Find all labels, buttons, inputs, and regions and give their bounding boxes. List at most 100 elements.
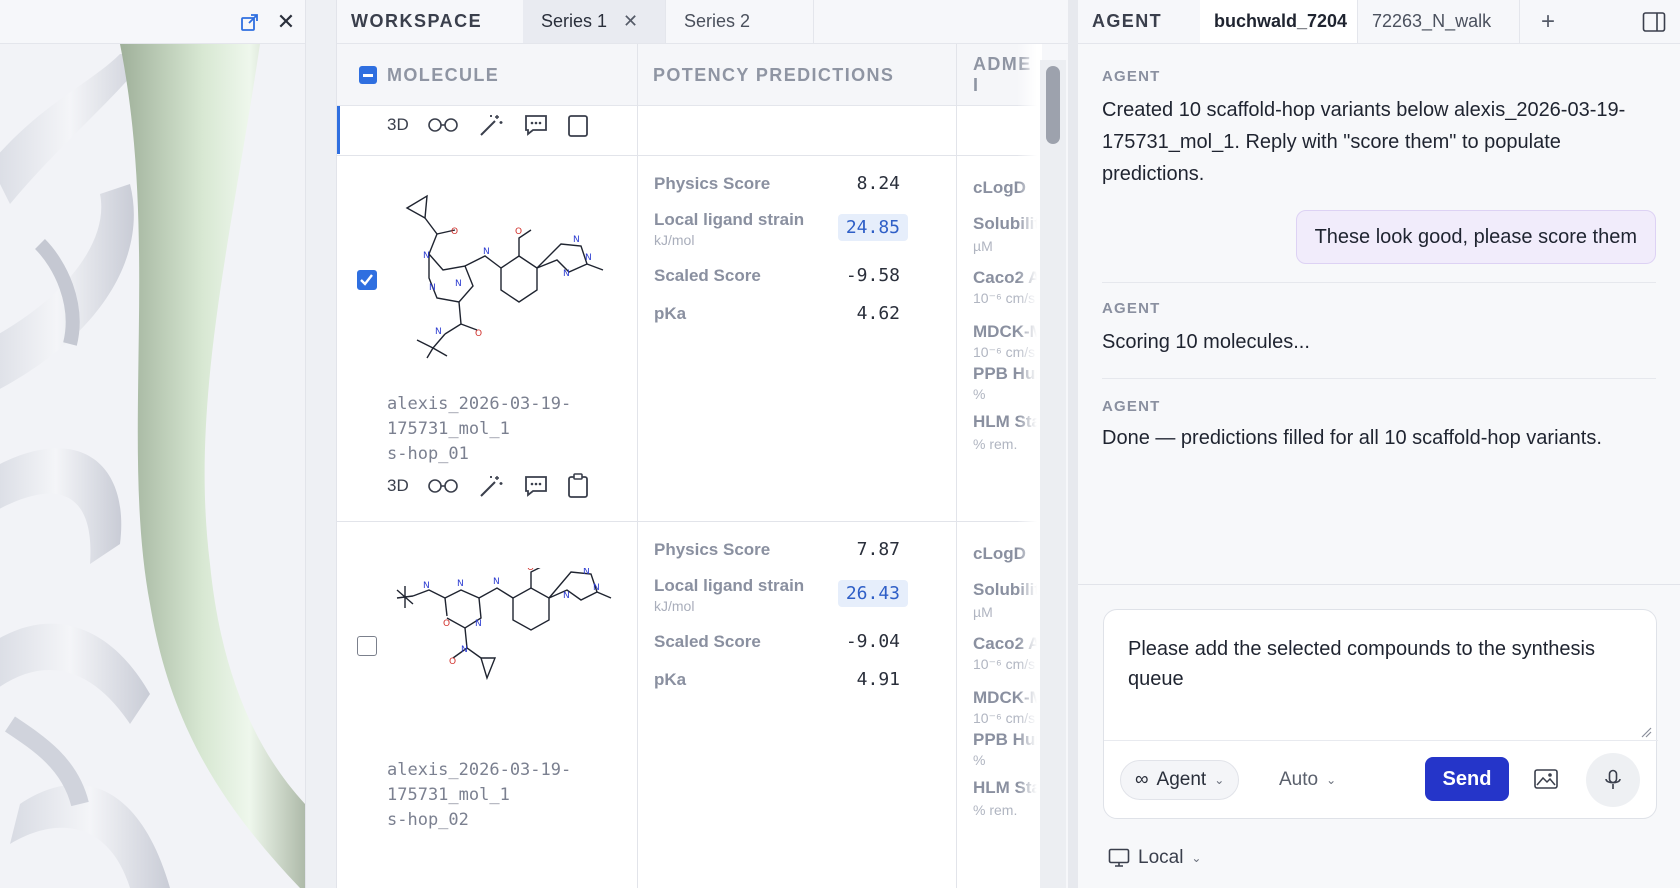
- message-role: AGENT: [1102, 300, 1161, 317]
- model-dropdown[interactable]: Auto ⌄: [1269, 760, 1346, 800]
- column-header-adme[interactable]: ADME I: [973, 44, 1042, 106]
- scaled-score-value: -9.04: [845, 631, 900, 652]
- sidebar-toggle-icon[interactable]: [1642, 11, 1666, 33]
- molecule-id[interactable]: alexis_2026-03-19- 175731_mol_1 s-hop_02: [387, 758, 571, 833]
- structure-viewer[interactable]: ✕: [0, 0, 320, 888]
- molecule-id[interactable]: alexis_2026-03-19- 175731_mol_1 s-hop_01: [387, 392, 571, 467]
- workspace-panel: WORKSPACE Series 1 ✕ Series 2 MOLECULE P…: [337, 0, 1070, 888]
- new-session-button[interactable]: +: [1520, 0, 1576, 43]
- ligand-strain-unit: kJ/mol: [654, 232, 695, 248]
- comment-icon[interactable]: [523, 472, 549, 500]
- microphone-button[interactable]: [1586, 753, 1640, 807]
- agent-message: Scoring 10 molecules...: [1102, 331, 1310, 353]
- physics-score-value: 7.87: [856, 539, 900, 560]
- adme-unit: 10⁻⁶ cm/s: [973, 344, 1036, 360]
- microphone-icon: [1605, 769, 1621, 789]
- chevron-down-icon: ⌄: [1214, 773, 1225, 787]
- tab-series-1[interactable]: Series 1 ✕: [523, 0, 666, 43]
- svg-text:N: N: [493, 577, 500, 587]
- table-row-partial[interactable]: 3D: [337, 106, 1042, 156]
- tab-label: Series 1: [541, 11, 608, 31]
- molecule-structure-image[interactable]: NONNNNOONNN: [387, 568, 617, 718]
- magic-wand-icon[interactable]: [477, 472, 505, 500]
- scaled-score-label: Scaled Score: [654, 266, 761, 285]
- infinity-icon: ∞: [1135, 769, 1149, 790]
- send-button[interactable]: Send: [1425, 757, 1509, 801]
- environment-dropdown[interactable]: Local ⌄: [1108, 843, 1201, 873]
- pka-value: 4.91: [856, 669, 900, 690]
- scrollbar-thumb[interactable]: [1046, 66, 1060, 144]
- adme-unit: %: [973, 386, 986, 402]
- tab-agent-session-1[interactable]: buchwald_7204: [1200, 0, 1358, 43]
- chevron-down-icon: ⌄: [1326, 773, 1337, 787]
- column-header-potency[interactable]: POTENCY PREDICTIONS: [653, 44, 894, 106]
- svg-text:N: N: [585, 253, 592, 263]
- agent-panel: AGENT buchwald_7204 72263_N_walk + AGENT…: [1078, 0, 1680, 888]
- svg-text:O: O: [443, 619, 450, 629]
- view-3d-button[interactable]: 3D: [387, 472, 409, 500]
- svg-text:N: N: [461, 645, 468, 655]
- chat-transcript: AGENT Created 10 scaffold-hop variants b…: [1078, 44, 1680, 584]
- molecule-structure-image[interactable]: ON NN NN OONNN: [387, 190, 617, 360]
- comment-icon[interactable]: [523, 111, 549, 139]
- adme-label: Caco2 A to: [973, 634, 1042, 653]
- glasses-icon[interactable]: [427, 111, 459, 139]
- app-root: ✕ WORKSPACE Series 1 ✕ Series 2 MOLECULE…: [0, 0, 1680, 888]
- table-row[interactable]: NONNNNOONNN alexis_2026-03-19- 175731_mo…: [337, 522, 1042, 888]
- table-scrollbar[interactable]: [1040, 60, 1066, 888]
- monitor-icon: [1108, 848, 1130, 867]
- chevron-down-icon: ⌄: [1191, 851, 1202, 865]
- ligand-strain-label: Local ligand strain: [654, 576, 805, 595]
- popout-icon[interactable]: [238, 10, 262, 34]
- column-label: MOLECULE: [387, 64, 500, 85]
- close-tab-icon[interactable]: ✕: [623, 11, 638, 32]
- environment-label: Local: [1138, 847, 1184, 868]
- adme-unit: % rem.: [973, 802, 1018, 818]
- clipboard-icon[interactable]: [567, 111, 589, 139]
- tab-agent-session-2[interactable]: 72263_N_walk: [1358, 0, 1520, 43]
- select-all-checkbox[interactable]: [359, 66, 377, 84]
- panel-resize-handle[interactable]: [305, 0, 337, 888]
- table-row[interactable]: ONNNNNOONNN alexis_2026-03-19- 175731_mo…: [337, 156, 1042, 522]
- row-actions: 3D: [387, 110, 589, 140]
- ligand-strain-value[interactable]: 24.85: [837, 214, 908, 241]
- attach-image-icon[interactable]: [1526, 759, 1566, 799]
- adme-label: HLM Stabil: [973, 778, 1042, 797]
- clipboard-icon[interactable]: [567, 472, 589, 500]
- physics-score-value: 8.24: [856, 173, 900, 194]
- adme-unit: % rem.: [973, 436, 1018, 452]
- protein-ribbon-render[interactable]: [0, 44, 305, 888]
- ligand-strain-value[interactable]: 26.43: [837, 580, 908, 607]
- svg-text:N: N: [423, 581, 430, 591]
- adme-label: PPB Human: [973, 730, 1042, 749]
- row-select-checkbox[interactable]: [357, 636, 377, 656]
- agent-mode-dropdown[interactable]: ∞ Agent ⌄: [1120, 760, 1240, 800]
- svg-text:N: N: [455, 279, 462, 289]
- column-header-molecule[interactable]: MOLECULE: [359, 44, 499, 106]
- composer-area: Please add the selected compounds to the…: [1078, 584, 1680, 888]
- message-composer[interactable]: Please add the selected compounds to the…: [1103, 609, 1658, 819]
- svg-text:O: O: [515, 227, 522, 237]
- scaled-score-value: -9.58: [845, 265, 900, 286]
- model-label: Auto: [1279, 769, 1319, 790]
- svg-text:N: N: [457, 579, 464, 589]
- agent-panel-title: AGENT: [1092, 11, 1162, 31]
- row-select-checkbox[interactable]: [357, 270, 377, 290]
- composer-divider: [1104, 740, 1658, 741]
- panel-resize-handle[interactable]: [1068, 0, 1078, 888]
- adme-unit: %: [973, 752, 986, 768]
- view-3d-button[interactable]: 3D: [387, 111, 409, 139]
- close-viewer-button[interactable]: ✕: [274, 9, 298, 34]
- row-actions: 3D: [387, 471, 589, 501]
- physics-score-label: Physics Score: [654, 540, 771, 559]
- magic-wand-icon[interactable]: [477, 111, 505, 139]
- adme-unit: 10⁻⁶ cm/s: [973, 710, 1036, 726]
- resize-grip-icon[interactable]: [1640, 726, 1652, 738]
- svg-text:O: O: [449, 657, 456, 667]
- message-input[interactable]: Please add the selected compounds to the…: [1128, 634, 1628, 694]
- glasses-icon[interactable]: [427, 472, 459, 500]
- user-message: These look good, please score them: [1295, 210, 1656, 264]
- tab-series-2[interactable]: Series 2: [666, 0, 814, 43]
- svg-text:O: O: [451, 227, 458, 237]
- svg-text:N: N: [563, 269, 570, 279]
